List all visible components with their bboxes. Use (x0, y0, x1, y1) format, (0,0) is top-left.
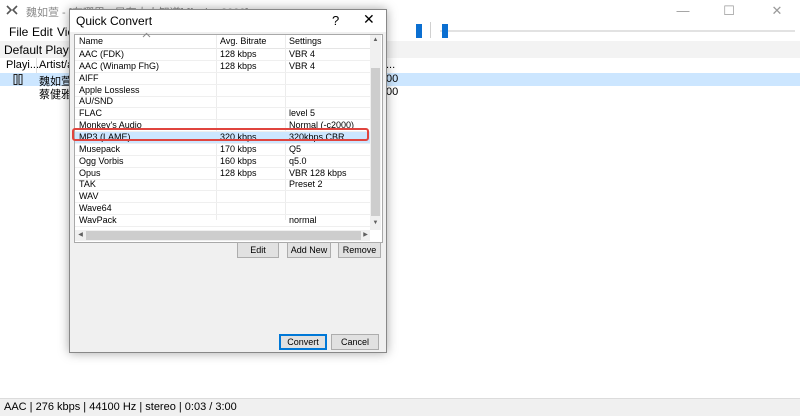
preset-name-cell: Opus (79, 167, 101, 178)
menu-file[interactable]: File (9, 25, 28, 39)
column-more[interactable]: ... (386, 59, 395, 71)
length-cell: 00 (386, 86, 399, 98)
preset-name-cell: Apple Lossless (79, 84, 140, 95)
preset-bitrate-cell: 128 kbps (220, 167, 257, 178)
close-window-button[interactable]: ✕ (754, 0, 800, 22)
scroll-down-icon[interactable]: ▼ (371, 219, 380, 228)
cancel-button[interactable]: Cancel (331, 334, 379, 350)
status-bar: AAC | 276 kbps | 44100 Hz | stereo | 0:0… (0, 398, 800, 416)
seekbar-thumb[interactable] (442, 24, 448, 38)
dialog-title: Quick Convert (76, 14, 153, 28)
preset-bitrate-cell: 128 kbps (220, 49, 257, 59)
preset-settings-cell: VBR 4 (289, 49, 316, 59)
preset-name-cell: WAV (79, 191, 99, 202)
seekbar-track[interactable] (440, 30, 795, 32)
horizontal-scrollbar[interactable]: ◀ ▶ (75, 230, 370, 241)
column-playing[interactable]: Playi... (6, 59, 39, 71)
preset-name-cell: AU/SND (79, 96, 114, 107)
preset-name-cell: AIFF (79, 72, 99, 83)
dialog-close-button[interactable]: ✕ (363, 11, 375, 28)
add-new-button[interactable]: Add New (287, 242, 331, 258)
horizontal-scroll-thumb[interactable] (86, 231, 361, 240)
column-settings[interactable]: Settings (289, 36, 322, 46)
preset-settings-cell: level 5 (289, 108, 316, 119)
preset-row[interactable]: Ogg Vorbis 160 kbps q5.0 (75, 156, 370, 168)
preset-list-header: Name Avg. Bitrate Settings (75, 32, 370, 49)
preset-name-cell: Musepack (79, 143, 121, 154)
preset-row[interactable]: AIFF (75, 73, 370, 85)
preset-settings-cell: Preset 2 (289, 179, 323, 190)
length-cell: 00 (386, 73, 399, 85)
preset-name-cell: TAK (79, 179, 96, 190)
column-divider (36, 58, 37, 73)
preset-name-cell: AAC (FDK) (79, 49, 124, 59)
preset-bitrate-cell: 170 kbps (220, 143, 257, 154)
preset-row[interactable]: Opus 128 kbps VBR 128 kbps (75, 168, 370, 180)
preset-name-cell: Ogg Vorbis (79, 155, 124, 166)
preset-settings-cell: VBR 128 kbps (289, 167, 347, 178)
preset-row[interactable]: Apple Lossless (75, 85, 370, 97)
volume-slider-thumb[interactable] (416, 24, 422, 38)
column-name[interactable]: Name (79, 36, 103, 46)
preset-row[interactable]: Wave64 (75, 203, 370, 216)
convert-button[interactable]: Convert (279, 334, 327, 350)
quick-convert-dialog: Quick Convert ? ✕ Name Avg. Bitrate Sett… (69, 9, 387, 353)
preset-name-cell: AAC (Winamp FhG) (79, 60, 160, 71)
preset-name-cell: Wave64 (79, 203, 112, 214)
foobar-app-icon (6, 5, 18, 15)
vertical-scroll-thumb[interactable] (371, 68, 380, 216)
preset-settings-cell: q5.0 (289, 155, 307, 166)
scroll-right-icon[interactable]: ▶ (361, 231, 370, 240)
preset-row[interactable]: Musepack 170 kbps Q5 (75, 144, 370, 156)
preset-name-cell: WavPack (79, 214, 117, 225)
menu-edit[interactable]: Edit (32, 25, 53, 39)
preset-settings-cell: Q5 (289, 143, 302, 154)
preset-bitrate-cell: 160 kbps (220, 155, 257, 166)
preset-settings-cell: normal (289, 214, 317, 225)
preset-row[interactable]: AAC (Winamp FhG) 128 kbps VBR 4 (75, 61, 370, 73)
toolbar-divider (430, 22, 431, 38)
preset-settings-cell: VBR 4 (289, 60, 316, 71)
preset-bitrate-cell: 128 kbps (220, 60, 257, 71)
preset-row[interactable]: FLAC level 5 (75, 108, 370, 121)
minimize-button[interactable]: — (660, 0, 706, 22)
highlight-outline (72, 128, 369, 141)
preset-row[interactable]: AU/SND (75, 96, 370, 109)
preset-name-cell: FLAC (79, 108, 103, 119)
preset-row[interactable]: WavPack normal (75, 215, 370, 227)
status-text: AAC | 276 kbps | 44100 Hz | stereo | 0:0… (4, 401, 237, 413)
scroll-left-icon[interactable]: ◀ (76, 231, 85, 240)
sort-ascending-icon (142, 32, 151, 38)
edit-button[interactable]: Edit (237, 242, 279, 258)
column-avg-bitrate[interactable]: Avg. Bitrate (220, 36, 266, 46)
remove-button[interactable]: Remove (338, 242, 381, 258)
dialog-titlebar: Quick Convert ? ✕ (70, 10, 386, 32)
maximize-button[interactable]: ☐ (706, 0, 752, 22)
vertical-scrollbar[interactable]: ▲ ▼ (370, 35, 381, 230)
help-button[interactable]: ? (332, 13, 339, 28)
preset-row[interactable]: TAK Preset 2 (75, 179, 370, 192)
preset-row[interactable]: WAV (75, 191, 370, 204)
pause-icon (13, 74, 23, 85)
preset-row[interactable]: AAC (FDK) 128 kbps VBR 4 (75, 49, 370, 61)
scroll-up-icon[interactable]: ▲ (371, 36, 380, 45)
